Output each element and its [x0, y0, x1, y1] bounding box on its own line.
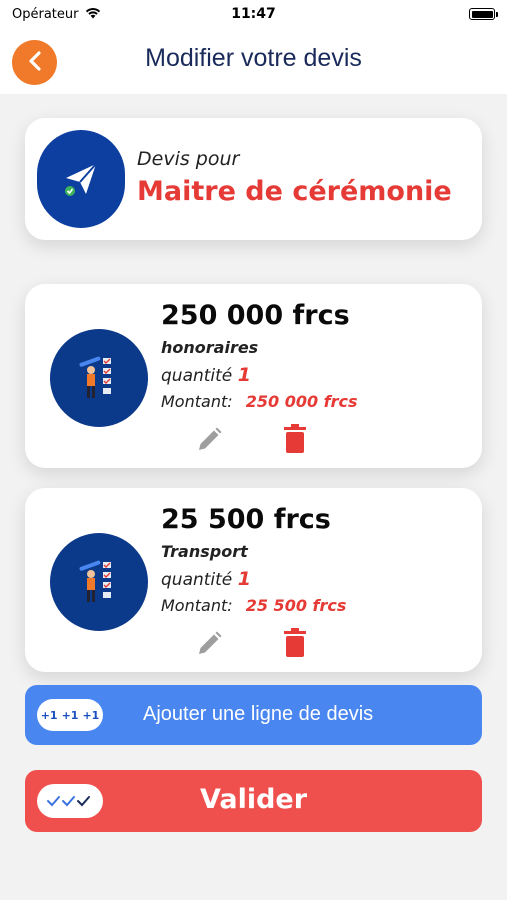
badge-item: +1	[40, 708, 58, 722]
page-title: Modifier votre devis	[145, 44, 362, 72]
paper-plane-icon	[37, 130, 125, 228]
montant-value: 25 500 frcs	[245, 596, 347, 615]
line-total: Montant: 250 000 frcs	[161, 392, 358, 411]
montant-label: Montant:	[161, 596, 233, 615]
line-quantity: quantité 1	[161, 568, 251, 590]
clock: 11:47	[231, 6, 276, 22]
status-bar: Opérateur 11:47	[0, 0, 507, 30]
trash-icon[interactable]	[281, 422, 309, 456]
montant-label: Montant:	[161, 392, 233, 411]
quote-line-card: 250 000 frcs honoraires quantité 1 Monta…	[25, 284, 482, 468]
worker-checklist-icon	[50, 329, 148, 427]
plus-one-badge-icon: +1 +1 +1	[37, 699, 103, 731]
line-item-name: Transport	[161, 542, 248, 561]
service-name: Maitre de cérémonie	[137, 176, 452, 207]
navigation-bar: Modifier votre devis	[0, 30, 507, 94]
line-quantity: quantité 1	[161, 364, 251, 386]
validate-label: Valider	[199, 784, 308, 815]
worker-checklist-icon	[50, 533, 148, 631]
line-total: Montant: 25 500 frcs	[161, 596, 346, 615]
quantity-label: quantité	[161, 366, 233, 386]
quote-header-card: Devis pour Maitre de cérémonie	[25, 118, 482, 240]
line-amount: 25 500 frcs	[161, 504, 331, 535]
line-amount: 250 000 frcs	[161, 300, 350, 331]
battery-icon	[469, 8, 498, 20]
quantity-value: 1	[237, 568, 251, 590]
quantity-value: 1	[237, 364, 251, 386]
line-item-name: honoraires	[161, 338, 259, 357]
add-quote-line-button[interactable]: +1 +1 +1 Ajouter une ligne de devis	[25, 685, 482, 745]
quote-line-card: 25 500 frcs Transport quantité 1 Montant…	[25, 488, 482, 672]
badge-item: +1	[82, 708, 100, 722]
trash-icon[interactable]	[281, 626, 309, 660]
pencil-icon[interactable]	[193, 424, 225, 456]
quote-for-label: Devis pour	[137, 148, 240, 170]
add-quote-line-label: Ajouter une ligne de devis	[143, 703, 374, 725]
badge-item: +1	[61, 708, 79, 722]
validate-button[interactable]: Valider	[25, 770, 482, 832]
quantity-label: quantité	[161, 570, 233, 590]
montant-value: 250 000 frcs	[245, 392, 358, 411]
pencil-icon[interactable]	[193, 628, 225, 660]
